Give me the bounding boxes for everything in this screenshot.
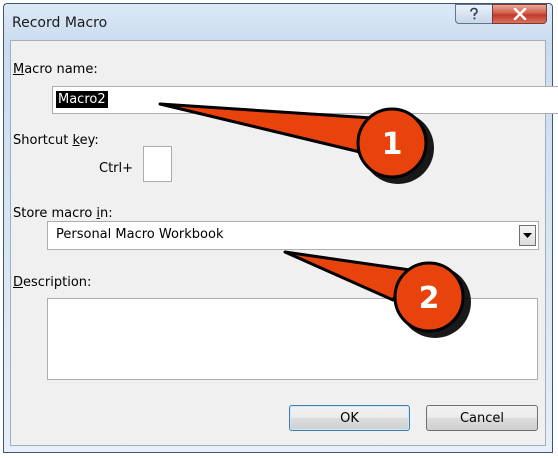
chevron-down-icon [523,232,532,238]
macro-name-value: Macro2 [56,91,108,108]
shortcut-key-input[interactable] [143,146,172,182]
description-input[interactable] [47,298,538,380]
macro-name-label: Macro name: [13,62,98,77]
store-macro-in-select[interactable]: Personal Macro Workbook [47,221,539,250]
close-button[interactable] [492,4,547,24]
help-button[interactable] [455,4,493,24]
shortcut-key-label: Shortcut key: [13,133,99,148]
store-macro-in-label: Store macro in: [13,206,113,221]
ctrl-label: Ctrl+ [99,161,134,176]
store-macro-in-value: Personal Macro Workbook [56,227,224,242]
ok-button[interactable]: OK [289,405,410,431]
help-icon [470,7,478,20]
window-title: Record Macro [12,15,108,31]
cancel-button[interactable]: Cancel [426,405,538,431]
macro-name-input[interactable]: Macro2 [52,86,558,114]
close-icon [513,8,526,20]
title-bar: Record Macro [4,4,552,40]
description-label: Description: [13,275,92,290]
dropdown-button[interactable] [519,225,536,246]
